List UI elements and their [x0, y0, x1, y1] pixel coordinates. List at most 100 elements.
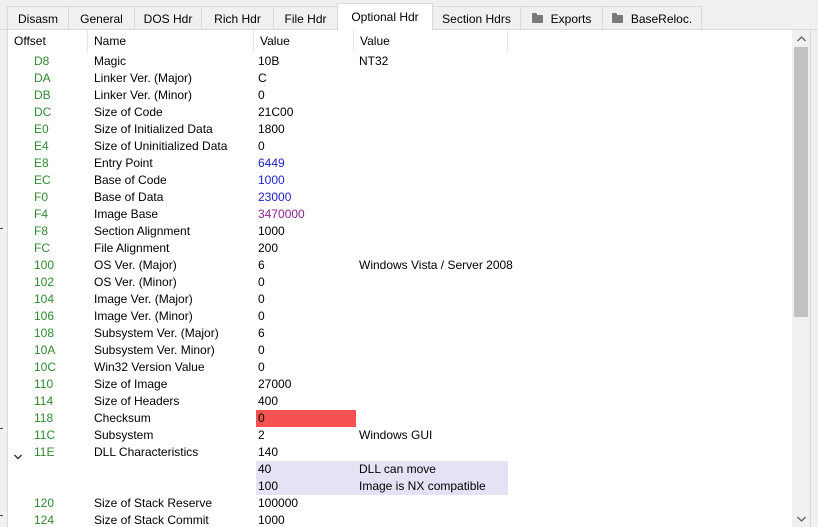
- folder-icon: [531, 12, 543, 23]
- table-row[interactable]: E4 Size of Uninitialized Data 0: [8, 138, 792, 155]
- value-cell: 0: [258, 139, 265, 153]
- table-row[interactable]: DA Linker Ver. (Major) C: [8, 70, 792, 87]
- offset-cell: 108: [34, 326, 55, 340]
- offset-cell: 10A: [34, 343, 56, 357]
- value-cell: 0: [258, 309, 265, 323]
- name-cell: Size of Image: [94, 377, 168, 391]
- table-row[interactable]: 110 Size of Image 27000: [8, 376, 792, 393]
- name-cell: Size of Initialized Data: [94, 122, 213, 136]
- table-row[interactable]: DB Linker Ver. (Minor) 0: [8, 87, 792, 104]
- offset-cell: 10C: [34, 360, 57, 374]
- vertical-scrollbar[interactable]: [792, 30, 810, 527]
- name-cell: Section Alignment: [94, 224, 191, 238]
- value-cell: 1000: [258, 513, 285, 527]
- value-cell: 3470000: [258, 207, 305, 221]
- table-row[interactable]: 114 Size of Headers 400: [8, 393, 792, 410]
- table-row[interactable]: 124 Size of Stack Commit 1000: [8, 512, 792, 527]
- tab-optional-hdr[interactable]: Optional Hdr: [337, 3, 433, 30]
- value-cell: 0: [258, 360, 265, 374]
- name-cell: Entry Point: [94, 156, 153, 170]
- column-header-value-description[interactable]: Value: [354, 30, 508, 52]
- table-row[interactable]: EC Base of Code 1000: [8, 172, 792, 189]
- name-cell: Linker Ver. (Major): [94, 71, 193, 85]
- description-cell: DLL can move: [359, 462, 436, 476]
- table-row[interactable]: 10A Subsystem Ver. Minor) 0: [8, 342, 792, 359]
- name-cell: Linker Ver. (Minor): [94, 88, 193, 102]
- offset-cell: 104: [34, 292, 55, 306]
- offset-cell: 114: [34, 394, 54, 408]
- tab-basereloc[interactable]: BaseReloc.: [602, 6, 702, 30]
- table-row[interactable]: 120 Size of Stack Reserve 100000: [8, 495, 792, 512]
- tab-section-hdrs[interactable]: Section Hdrs: [432, 6, 521, 30]
- value-cell: 400: [258, 394, 279, 408]
- tab-file-hdr[interactable]: File Hdr: [273, 6, 338, 30]
- tab-label: Section Hdrs: [442, 11, 511, 26]
- name-cell: Base of Data: [94, 190, 164, 204]
- tab-label: Exports: [550, 11, 592, 26]
- column-header-offset[interactable]: Offset: [8, 30, 88, 52]
- table-row[interactable]: FC File Alignment 200: [8, 240, 792, 257]
- scroll-up-arrow-icon[interactable]: [792, 30, 810, 47]
- tab-rich-hdr[interactable]: Rich Hdr: [201, 6, 274, 30]
- description-cell: NT32: [359, 54, 389, 68]
- offset-cell: E0: [34, 122, 49, 136]
- table-row[interactable]: 108 Subsystem Ver. (Major) 6: [8, 325, 792, 342]
- sub-row[interactable]: 100 Image is NX compatible: [8, 478, 792, 495]
- scroll-down-arrow-icon[interactable]: [792, 510, 810, 527]
- table-row[interactable]: 10C Win32 Version Value 0: [8, 359, 792, 376]
- offset-cell: 118: [34, 411, 54, 425]
- tab-dos-hdr[interactable]: DOS Hdr: [134, 6, 202, 30]
- table-row[interactable]: 104 Image Ver. (Major) 0: [8, 291, 792, 308]
- table-row[interactable]: 100 OS Ver. (Major) 6 Windows Vista / Serve…: [8, 257, 792, 274]
- scrollbar-thumb[interactable]: [794, 47, 808, 317]
- tab-label: Optional Hdr: [351, 10, 419, 24]
- table-row[interactable]: 102 OS Ver. (Minor) 0: [8, 274, 792, 291]
- table-row[interactable]: DC Size of Code 21C00: [8, 104, 792, 121]
- value-cell: 1800: [258, 122, 285, 136]
- edge-mark: [0, 428, 3, 429]
- table-row[interactable]: 11C Subsystem 2 Windows GUI: [8, 427, 792, 444]
- name-cell: Magic: [94, 54, 127, 68]
- name-cell: Image Ver. (Major): [94, 292, 193, 306]
- table-row[interactable]: F8 Section Alignment 1000: [8, 223, 792, 240]
- offset-cell: F8: [34, 224, 49, 238]
- value-cell: 0: [258, 88, 265, 102]
- column-header-value[interactable]: Value: [254, 30, 354, 52]
- offset-cell: D8: [34, 54, 50, 68]
- name-cell: Size of Stack Commit: [94, 513, 209, 527]
- tab-bar: Disasm General DOS Hdr Rich Hdr File Hdr…: [0, 0, 818, 30]
- name-cell: Subsystem: [94, 428, 154, 442]
- tab-exports[interactable]: Exports: [520, 6, 603, 30]
- table-row[interactable]: 106 Image Ver. (Minor) 0: [8, 308, 792, 325]
- name-cell: DLL Characteristics: [94, 445, 199, 459]
- table-row[interactable]: D8 Magic 10B NT32: [8, 53, 792, 70]
- table-row[interactable]: 118 Checksum 0: [8, 410, 792, 427]
- table-row[interactable]: F0 Base of Data 23000: [8, 189, 792, 206]
- table-header: Offset Name Value Value: [8, 30, 792, 52]
- table-row[interactable]: 11E DLL Characteristics 140: [8, 444, 792, 461]
- value-cell: 100000: [258, 496, 299, 510]
- table-row[interactable]: E8 Entry Point 6449: [8, 155, 792, 172]
- folder-icon: [611, 12, 623, 23]
- sub-row[interactable]: 40 DLL can move: [8, 461, 792, 478]
- table-row[interactable]: F4 Image Base 3470000: [8, 206, 792, 223]
- offset-cell: E4: [34, 139, 49, 153]
- column-header-name[interactable]: Name: [88, 30, 254, 52]
- name-cell: OS Ver. (Minor): [94, 275, 177, 289]
- value-cell: 10B: [258, 54, 280, 68]
- tab-disasm[interactable]: Disasm: [7, 6, 69, 30]
- name-cell: Subsystem Ver. (Major): [94, 326, 219, 340]
- value-cell: 21C00: [258, 105, 294, 119]
- offset-cell: DA: [34, 71, 51, 85]
- chevron-down-icon[interactable]: [14, 449, 22, 460]
- tab-general[interactable]: General: [68, 6, 135, 30]
- offset-cell: 106: [34, 309, 55, 323]
- value-cell: 140: [258, 445, 279, 459]
- offset-cell: 100: [34, 258, 55, 272]
- table-row[interactable]: E0 Size of Initialized Data 1800: [8, 121, 792, 138]
- edge-mark: [0, 228, 3, 229]
- invalid-value-highlight: [256, 410, 356, 427]
- offset-cell: E8: [34, 156, 49, 170]
- name-cell: Size of Code: [94, 105, 163, 119]
- tab-label: General: [80, 11, 123, 26]
